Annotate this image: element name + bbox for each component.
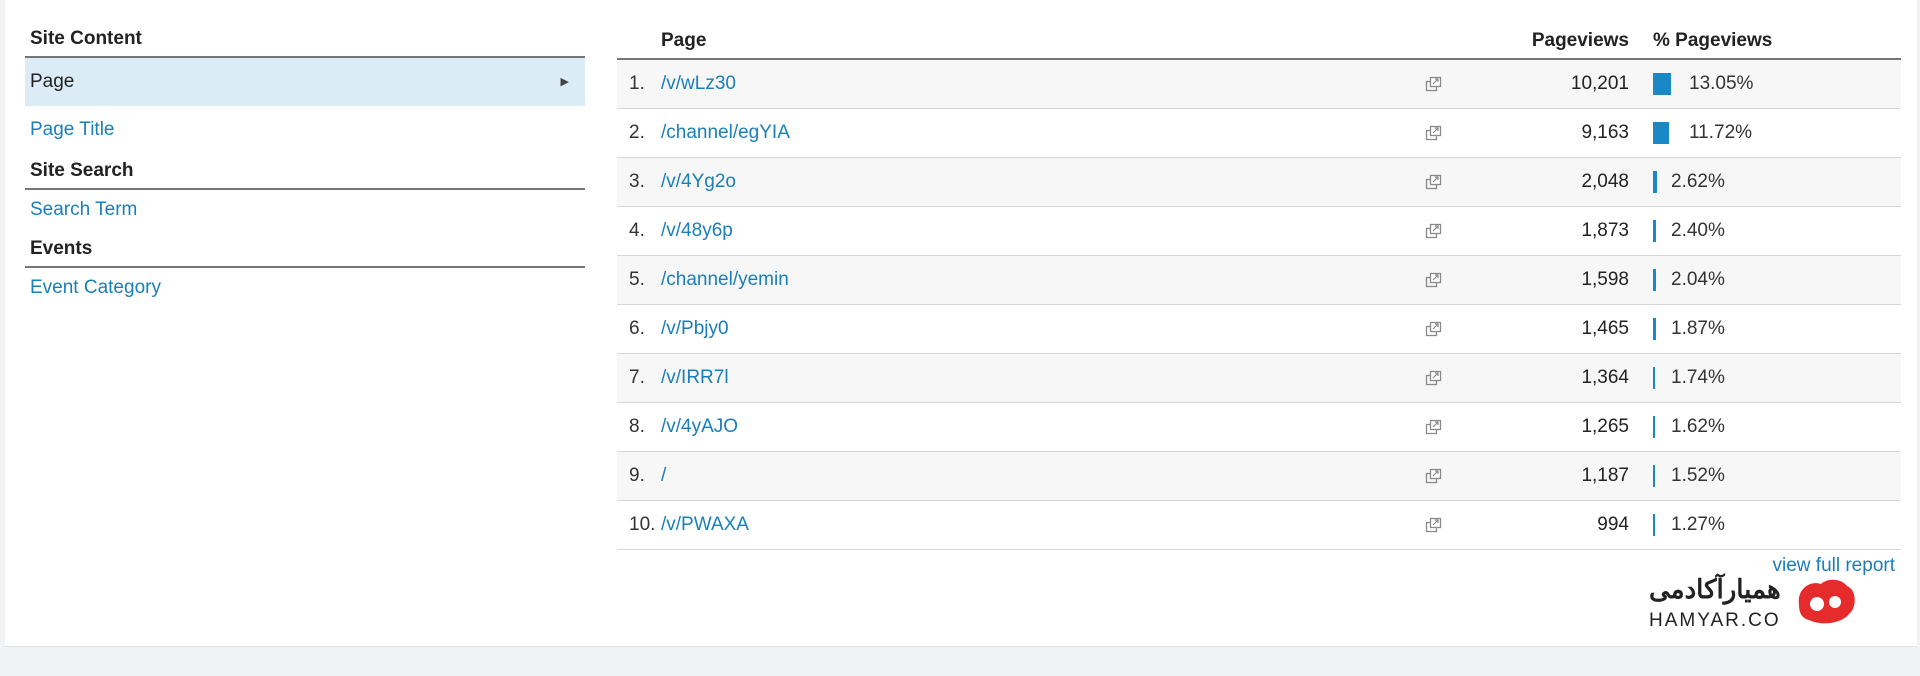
nav-item-page-title[interactable]: Page Title — [25, 106, 585, 154]
row-number: 6. — [629, 318, 645, 339]
row-number: 2. — [629, 122, 645, 143]
open-link-icon[interactable] — [1425, 370, 1445, 386]
pageviews-value: 994 — [1597, 514, 1629, 535]
pct-pageviews-value: 1.74% — [1671, 367, 1725, 388]
page-path-link[interactable]: /v/48y6p — [661, 207, 733, 255]
open-link-icon[interactable] — [1425, 223, 1445, 239]
page-path-link[interactable]: /channel/yemin — [661, 256, 789, 304]
pageviews-value: 9,163 — [1581, 122, 1629, 143]
page-path-link[interactable]: /v/IRR7l — [661, 354, 729, 402]
pageviews-value: 1,364 — [1581, 367, 1629, 388]
pct-pageviews-bar — [1653, 122, 1669, 144]
row-number: 10. — [629, 514, 656, 535]
table-row: 6. /v/Pbjy0 1,465 1.87% — [617, 305, 1901, 354]
row-number: 9. — [629, 465, 645, 486]
table-row: 8. /v/4yAJO 1,265 1.62% — [617, 403, 1901, 452]
pageviews-value: 1,187 — [1581, 465, 1629, 486]
page-path-link[interactable]: /v/PWAXA — [661, 501, 749, 549]
pageviews-value: 1,873 — [1581, 220, 1629, 241]
row-number: 5. — [629, 269, 645, 290]
table-body: 1. /v/wLz30 10,201 13.05% 2. /channel/egYIA 9,… — [617, 60, 1901, 550]
page-path-link[interactable]: /v/Pbjy0 — [661, 305, 729, 353]
nav-item-search-term[interactable]: Search Term — [25, 190, 585, 232]
section-title-site-content: Site Content — [25, 28, 585, 58]
table-row: 9. / 1,187 1.52% — [617, 452, 1901, 501]
pages-table: Page Pageviews % Pageviews 1. /v/wLz30 10,… — [617, 28, 1901, 550]
hamyar-logo-icon — [1798, 579, 1855, 624]
nav-item-label: Page — [30, 71, 75, 92]
page-path-link[interactable]: /channel/egYIA — [661, 109, 790, 157]
pct-pageviews-value: 11.72% — [1689, 122, 1753, 143]
watermark-persian-text: همیارآکادمی — [1649, 574, 1781, 604]
pct-pageviews-bar — [1653, 514, 1655, 536]
pageviews-value: 1,598 — [1581, 269, 1629, 290]
caret-right-icon: ▶ — [560, 76, 569, 88]
report-panel: Site Content Page ▶ Page Title Site Sear… — [5, 0, 1917, 647]
pct-pageviews-bar — [1653, 465, 1655, 487]
nav-item-label: Event Category — [30, 277, 161, 298]
column-header-pct-pageviews[interactable]: % Pageviews — [1653, 30, 1772, 52]
pct-pageviews-value: 1.87% — [1671, 318, 1725, 339]
open-link-icon[interactable] — [1425, 517, 1445, 533]
pct-pageviews-value: 13.05% — [1689, 73, 1754, 94]
table-header: Page Pageviews % Pageviews — [617, 28, 1901, 60]
row-number: 1. — [629, 73, 645, 94]
pct-pageviews-bar — [1653, 367, 1655, 389]
table-row: 2. /channel/egYIA 9,163 11.72% — [617, 109, 1901, 158]
hamyar-watermark-logo: همیارآکادمی HAMYAR.CO — [1645, 572, 1855, 632]
nav-item-label: Search Term — [30, 199, 138, 220]
open-link-icon[interactable] — [1425, 125, 1445, 141]
pct-pageviews-bar — [1653, 416, 1655, 438]
nav-item-page[interactable]: Page ▶ — [25, 58, 585, 106]
pct-pageviews-value: 1.27% — [1671, 514, 1725, 535]
pct-pageviews-bar — [1653, 220, 1656, 242]
watermark-english-text: HAMYAR.CO — [1649, 610, 1781, 631]
row-number: 8. — [629, 416, 645, 437]
table-row: 10./v/PWAXA 994 1.27% — [617, 501, 1901, 550]
open-link-icon[interactable] — [1425, 468, 1445, 484]
page-path-link[interactable]: /v/4yAJO — [661, 403, 738, 451]
page-path-link[interactable]: /v/wLz30 — [661, 60, 736, 108]
pct-pageviews-value: 2.40% — [1671, 220, 1725, 241]
table-row: 7. /v/IRR7l 1,364 1.74% — [617, 354, 1901, 403]
pct-pageviews-bar — [1653, 171, 1657, 193]
pageviews-value: 2,048 — [1581, 171, 1629, 192]
pct-pageviews-value: 2.62% — [1671, 171, 1725, 192]
row-number: 3. — [629, 171, 645, 192]
table-row: 5. /channel/yemin 1,598 2.04% — [617, 256, 1901, 305]
open-link-icon[interactable] — [1425, 272, 1445, 288]
nav-item-event-category[interactable]: Event Category — [25, 268, 585, 310]
nav-item-label: Page Title — [30, 119, 115, 140]
pct-pageviews-bar — [1653, 318, 1656, 340]
table-row: 1. /v/wLz30 10,201 13.05% — [617, 60, 1901, 109]
row-number: 7. — [629, 367, 645, 388]
pageviews-value: 10,201 — [1570, 73, 1629, 94]
pct-pageviews-bar — [1653, 269, 1656, 291]
pct-pageviews-bar — [1653, 73, 1671, 95]
section-title-events: Events — [25, 238, 585, 268]
open-link-icon[interactable] — [1425, 174, 1445, 190]
open-link-icon[interactable] — [1425, 321, 1445, 337]
row-number: 4. — [629, 220, 645, 241]
open-link-icon[interactable] — [1425, 419, 1445, 435]
pct-pageviews-value: 1.62% — [1671, 416, 1725, 437]
page-path-link[interactable]: /v/4Yg2o — [661, 158, 736, 206]
column-header-page[interactable]: Page — [661, 30, 706, 52]
pageviews-value: 1,465 — [1581, 318, 1629, 339]
pageviews-value: 1,265 — [1581, 416, 1629, 437]
pct-pageviews-value: 1.52% — [1671, 465, 1725, 486]
page-path-link[interactable]: / — [661, 452, 666, 500]
section-title-site-search: Site Search — [25, 160, 585, 190]
column-header-pageviews[interactable]: Pageviews — [1532, 30, 1629, 52]
table-row: 3. /v/4Yg2o 2,048 2.62% — [617, 158, 1901, 207]
pct-pageviews-value: 2.04% — [1671, 269, 1725, 290]
open-link-icon[interactable] — [1425, 76, 1445, 92]
table-row: 4. /v/48y6p 1,873 2.40% — [617, 207, 1901, 256]
dimension-nav: Site Content Page ▶ Page Title Site Sear… — [25, 28, 585, 310]
